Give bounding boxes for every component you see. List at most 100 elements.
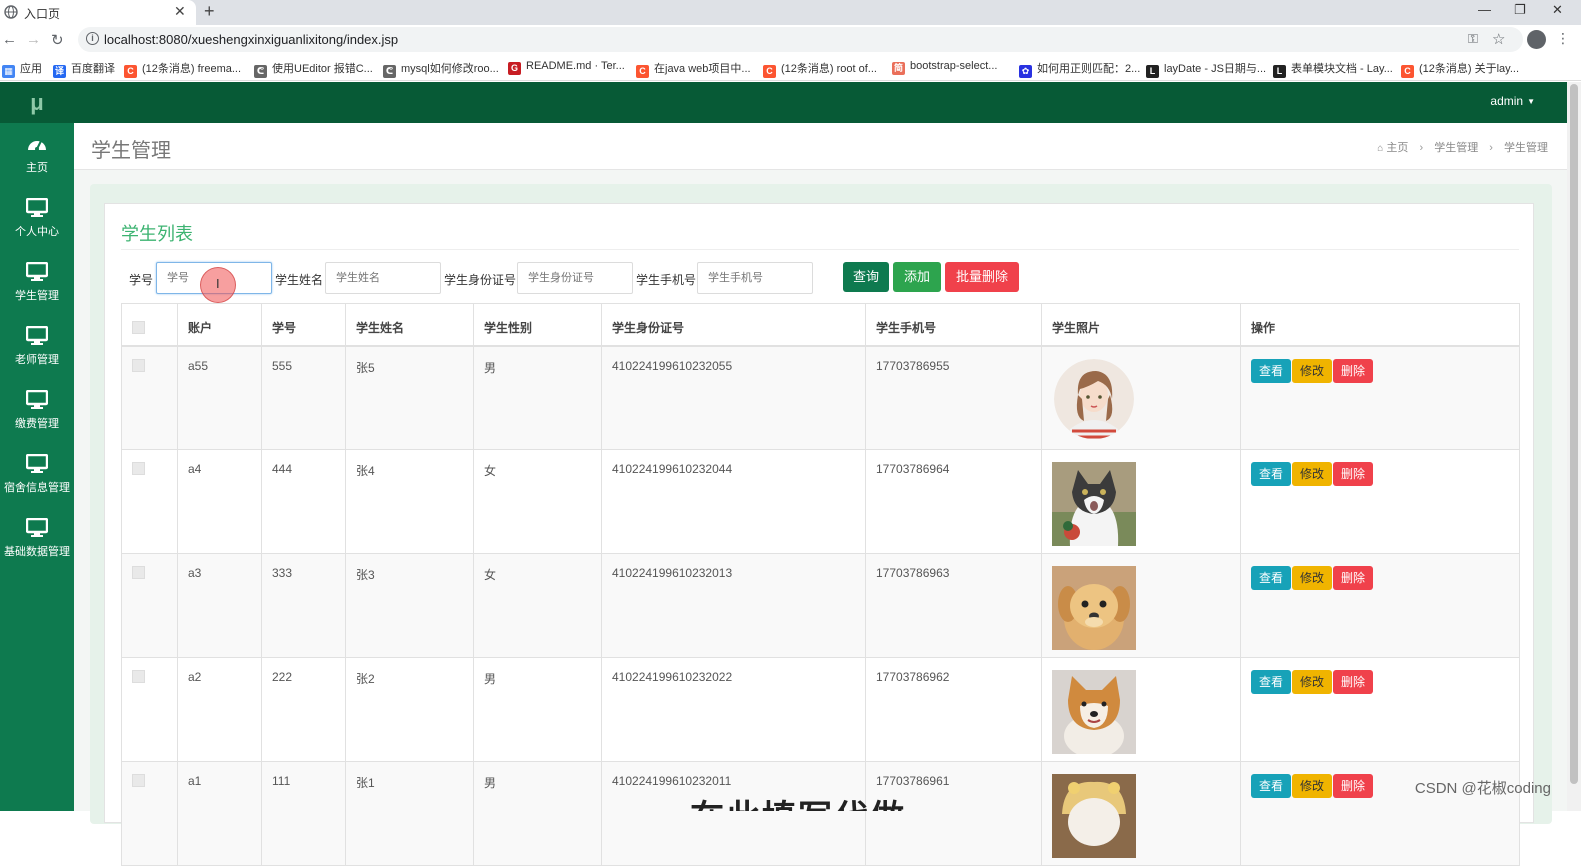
delete-button[interactable]: 删除 — [1333, 566, 1373, 590]
bookmark-item[interactable]: 简 bootstrap-select... — [892, 60, 997, 75]
site-info-icon[interactable]: i — [86, 32, 99, 45]
bookmark-item[interactable]: C (12条消息) 关于lay... — [1401, 60, 1519, 78]
row-checkbox[interactable] — [132, 566, 145, 579]
sidebar-item[interactable]: 个人中心 — [0, 190, 74, 254]
bookmark-item[interactable]: G README.md · Ter... — [508, 60, 625, 75]
view-button[interactable]: 查看 — [1251, 462, 1291, 486]
browser-menu-icon[interactable]: ⋮ — [1556, 30, 1570, 47]
edit-button[interactable]: 修改 — [1292, 670, 1332, 694]
bookmark-label: 表单模块文档 - Lay... — [1291, 63, 1393, 75]
url-bar[interactable]: i localhost:8080/xueshengxinxiguanlixito… — [78, 27, 1523, 52]
monitor-icon — [26, 390, 48, 409]
sidebar-item[interactable]: 宿舍信息管理 — [0, 446, 74, 510]
profile-avatar-icon[interactable] — [1527, 30, 1546, 49]
sidebar-item[interactable]: 基础数据管理 — [0, 510, 74, 574]
edit-button[interactable]: 修改 — [1292, 358, 1332, 383]
student-name-value: 张1 — [356, 776, 375, 790]
delete-button[interactable]: 删除 — [1333, 358, 1373, 383]
row-checkbox[interactable] — [132, 670, 145, 683]
delete-button[interactable]: 删除 — [1333, 670, 1373, 694]
password-key-icon[interactable]: ⚿ — [1468, 31, 1478, 47]
sidebar-item-label: 学生管理 — [15, 290, 59, 302]
column-header[interactable]: 学生手机号 — [865, 303, 1042, 347]
view-button[interactable]: 查看 — [1251, 566, 1291, 590]
bookmark-item[interactable]: ᕦ mysql如何修改roo... — [383, 60, 499, 78]
reload-icon[interactable]: ↻ — [51, 31, 64, 49]
minimize-icon[interactable]: — — [1478, 2, 1491, 17]
column-header[interactable]: 学生性别 — [473, 303, 602, 347]
row-checkbox[interactable] — [132, 774, 145, 787]
select-all-checkbox[interactable] — [132, 321, 145, 334]
query-button[interactable]: 查询 — [843, 262, 889, 292]
delete-button[interactable]: 删除 — [1333, 774, 1373, 798]
bookmark-item[interactable]: C (12条消息) freema... — [124, 60, 241, 78]
divider — [121, 249, 1519, 250]
view-button[interactable]: 查看 — [1251, 774, 1291, 798]
row-checkbox[interactable] — [132, 462, 145, 475]
student-name-cell: 张4 — [345, 449, 474, 554]
column-header[interactable]: 操作 — [1240, 303, 1520, 347]
scrollbar-thumb[interactable] — [1570, 84, 1578, 784]
column-header[interactable]: 账户 — [177, 303, 262, 347]
actions-cell: 查看 修改 删除 — [1240, 449, 1520, 554]
column-header[interactable]: 学生姓名 — [345, 303, 474, 347]
bookmark-item[interactable]: C 在java web项目中... — [636, 60, 751, 78]
student-no-cell: 444 — [261, 449, 346, 554]
forward-icon[interactable]: → — [26, 31, 41, 48]
back-icon[interactable]: ← — [2, 31, 17, 48]
tab-close-icon[interactable]: ✕ — [174, 3, 186, 20]
bookmark-item[interactable]: 译百度翻译 — [53, 60, 115, 78]
phone-cell: 17703786962 — [865, 657, 1042, 762]
bookmark-item[interactable]: LlayDate - JS日期与... — [1146, 60, 1266, 78]
breadcrumb-module[interactable]: 学生管理 — [1434, 142, 1478, 154]
gender-value: 女 — [484, 464, 497, 478]
table-row: a4 444 张4 女 410224199610232044 17703786964 查看修… — [121, 449, 1520, 554]
phone-input[interactable] — [697, 262, 813, 294]
column-header[interactable]: 学生照片 — [1041, 303, 1241, 347]
delete-button[interactable]: 删除 — [1333, 462, 1373, 486]
student-name-input[interactable] — [325, 262, 441, 294]
bookmark-item[interactable]: ▦ 应用 — [2, 60, 42, 78]
app-logo[interactable]: μ — [0, 82, 74, 123]
edit-button[interactable]: 修改 — [1292, 774, 1332, 798]
filter-label-student-no: 学号 — [129, 273, 154, 287]
breadcrumb-home[interactable]: 主页 — [1386, 142, 1408, 154]
gender-cell: 男 — [473, 345, 602, 450]
add-button[interactable]: 添加 — [893, 262, 941, 292]
bookmark-item[interactable]: ✿ 如何用正则匹配：2... — [1019, 60, 1140, 78]
id-card-cell: 410224199610232055 — [601, 345, 866, 450]
edit-button[interactable]: 修改 — [1292, 462, 1332, 486]
bookmark-item[interactable]: L 表单模块文档 - Lay... — [1273, 60, 1393, 78]
sidebar-item[interactable]: 主页 — [0, 126, 74, 190]
browser-tab[interactable]: 入口页 ✕ — [0, 0, 196, 25]
view-button[interactable]: 查看 — [1251, 670, 1291, 694]
restore-icon[interactable]: ❐ — [1514, 2, 1526, 18]
view-button[interactable]: 查看 — [1251, 358, 1291, 383]
user-menu[interactable]: admin ▼ — [1490, 94, 1535, 108]
row-checkbox[interactable] — [132, 358, 145, 372]
batch-delete-button[interactable]: 批量删除 — [945, 262, 1019, 292]
sidebar-item[interactable]: 老师管理 — [0, 318, 74, 382]
page-title: 学生管理 — [91, 140, 171, 162]
student-no-cell: 111 — [261, 761, 346, 866]
sidebar-item[interactable]: 缴费管理 — [0, 382, 74, 446]
id-card-cell: 410224199610232013 — [601, 553, 866, 658]
new-tab-icon[interactable]: + — [204, 1, 215, 22]
id-card-input[interactable] — [517, 262, 633, 294]
id-card-value: 410224199610232022 — [612, 670, 733, 684]
bookmark-label: 百度翻译 — [71, 63, 115, 75]
sidebar-item-label: 主页 — [26, 162, 48, 174]
bookmark-item[interactable]: C (12条消息) root of... — [763, 60, 877, 78]
gitee-icon: G — [508, 62, 521, 75]
bookmark-star-icon[interactable]: ☆ — [1492, 30, 1505, 48]
phone-cell: 17703786963 — [865, 553, 1042, 658]
phone-value: 17703786961 — [876, 774, 950, 788]
page-scrollbar[interactable] — [1567, 82, 1581, 811]
edit-button[interactable]: 修改 — [1292, 566, 1332, 590]
window-close-icon[interactable]: ✕ — [1552, 2, 1563, 18]
gender-cell: 女 — [473, 449, 602, 554]
column-header[interactable]: 学号 — [261, 303, 346, 347]
sidebar-item[interactable]: 学生管理 — [0, 254, 74, 318]
column-header[interactable]: 学生身份证号 — [601, 303, 866, 347]
bookmark-item[interactable]: ᕦ 使用UEditor 报错C... — [254, 60, 373, 78]
